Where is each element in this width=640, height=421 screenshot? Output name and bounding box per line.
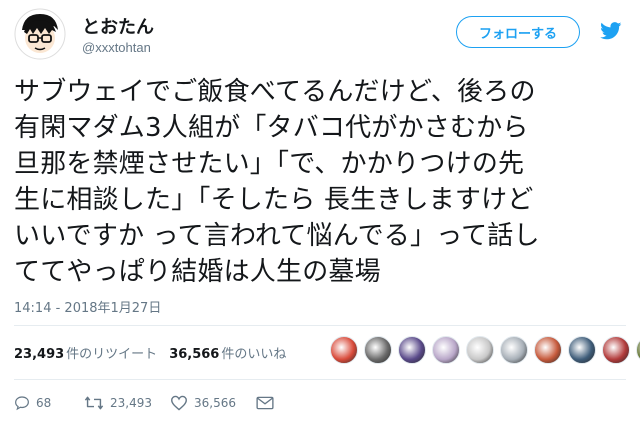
liker-avatar[interactable] bbox=[568, 336, 596, 364]
liker-avatars bbox=[330, 336, 640, 364]
tweet-timestamp[interactable]: 14:14 - 2018年1月27日 bbox=[14, 297, 161, 316]
tweet-text-line: サブウェイでご飯食べてるんだけど、後ろの bbox=[14, 77, 536, 107]
like-count: 36,566 bbox=[194, 396, 236, 410]
display-name[interactable]: とおたん bbox=[82, 13, 154, 39]
liker-avatar[interactable] bbox=[636, 336, 640, 364]
retweet-icon bbox=[84, 396, 104, 410]
like-icon bbox=[171, 395, 187, 411]
retweets-label[interactable]: 件のリツイート bbox=[66, 343, 157, 362]
user-handle[interactable]: @xxxtohtan bbox=[82, 40, 151, 55]
avatar[interactable] bbox=[14, 8, 66, 60]
tweet-actions: 68 23,493 36,566 bbox=[14, 395, 274, 411]
liker-avatar[interactable] bbox=[432, 336, 460, 364]
twitter-bird-icon[interactable] bbox=[600, 22, 622, 40]
likes-label[interactable]: 件のいいね bbox=[221, 343, 286, 362]
liker-avatar[interactable] bbox=[602, 336, 630, 364]
tweet-text-line: 生に相談した」「そしたら 長生きしますけど bbox=[14, 185, 534, 215]
liker-avatar[interactable] bbox=[330, 336, 358, 364]
tweet-text-line: いいですか って言われて悩んでる」って話し bbox=[14, 221, 540, 251]
tweet-text-line: 旦那を禁煙させたい」「で、かかりつけの先 bbox=[14, 149, 525, 179]
tweet-text-line: ててやっぱり結婚は人生の墓場 bbox=[14, 257, 381, 287]
like-button[interactable]: 36,566 bbox=[170, 395, 256, 411]
retweet-count: 23,493 bbox=[110, 396, 152, 410]
likes-count[interactable]: 36,566 bbox=[169, 347, 219, 362]
reply-count: 68 bbox=[36, 396, 52, 410]
tweet-card: とおたん @xxxtohtan フォローする サブウェイでご飯食べてるんだけど、… bbox=[0, 0, 640, 421]
follow-button[interactable]: フォローする bbox=[456, 16, 580, 48]
dm-button[interactable] bbox=[256, 396, 274, 410]
retweets-count[interactable]: 23,493 bbox=[14, 347, 64, 362]
liker-avatar[interactable] bbox=[398, 336, 426, 364]
divider bbox=[14, 325, 626, 326]
liker-avatar[interactable] bbox=[466, 336, 494, 364]
divider bbox=[14, 379, 626, 380]
dm-icon bbox=[256, 396, 274, 410]
tweet-stats: 23,493 件のリツイート 36,566 件のいいね bbox=[14, 343, 298, 362]
liker-avatar[interactable] bbox=[534, 336, 562, 364]
retweet-button[interactable]: 23,493 bbox=[84, 395, 170, 411]
liker-avatar[interactable] bbox=[500, 336, 528, 364]
reply-icon bbox=[15, 396, 29, 411]
tweet-text: サブウェイでご飯食べてるんだけど、後ろの 有閑マダム3人組が「タバコ代がかさむか… bbox=[14, 74, 626, 290]
tweet-text-line: 有閑マダム3人組が「タバコ代がかさむから bbox=[14, 113, 529, 143]
liker-avatar[interactable] bbox=[364, 336, 392, 364]
reply-button[interactable]: 68 bbox=[14, 395, 84, 411]
